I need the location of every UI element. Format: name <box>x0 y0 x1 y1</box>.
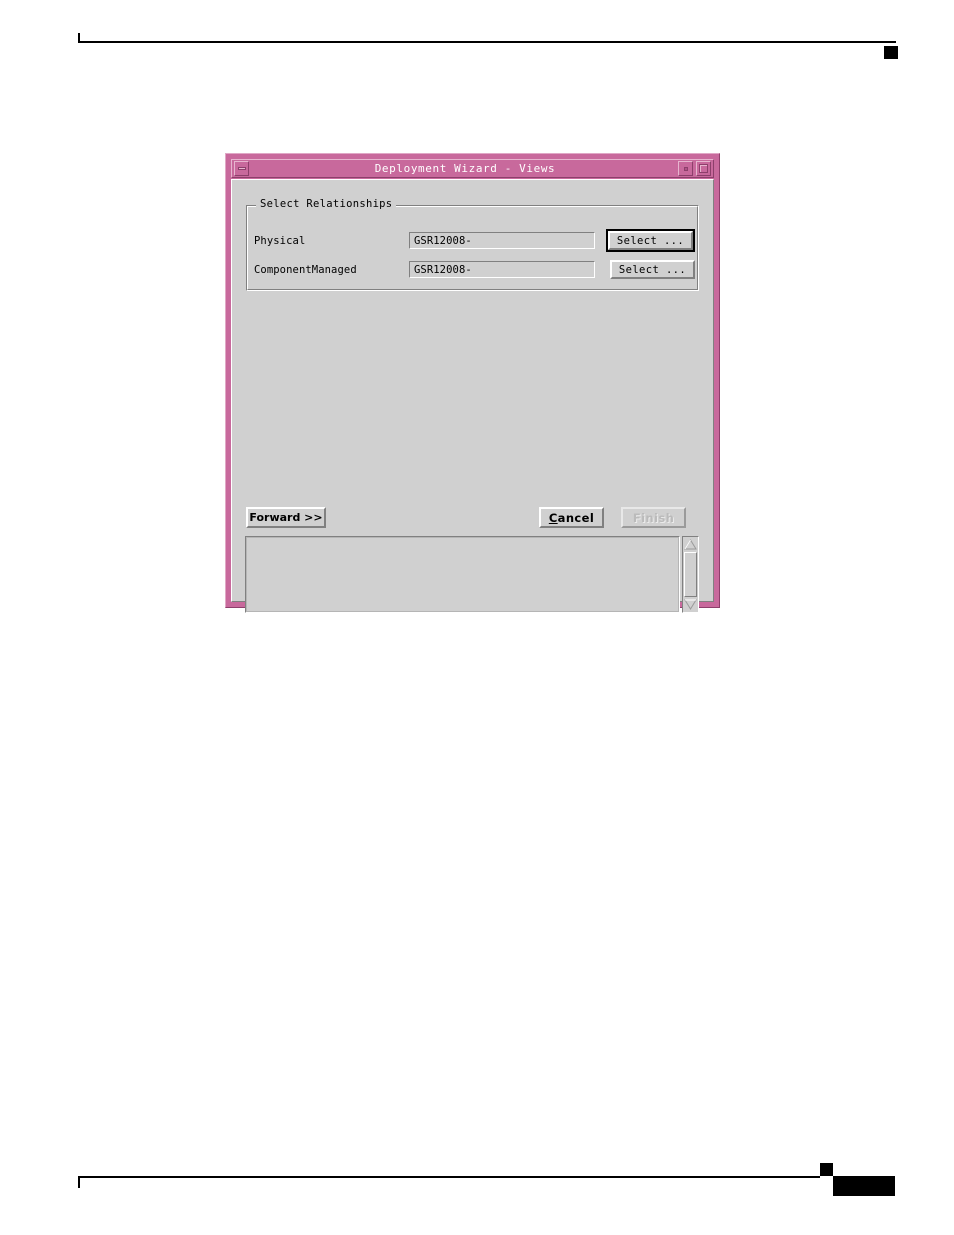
select-relationships-group: Select Relationships Physical GSR12008- … <box>246 198 699 291</box>
finish-button: Finish <box>621 507 686 528</box>
scroll-up-arrow-icon[interactable] <box>683 537 698 552</box>
group-title: Select Relationships <box>256 198 397 210</box>
cancel-button[interactable]: Cancel <box>539 507 604 528</box>
minimize-button[interactable] <box>678 161 693 176</box>
physical-input[interactable]: GSR12008- <box>409 232 595 249</box>
relationship-row-physical: Physical GSR12008- Select ... <box>254 229 695 252</box>
componentmanaged-select-wrap: Select ... <box>606 256 699 283</box>
finish-label: Finish <box>632 510 675 525</box>
message-log-content <box>246 537 679 612</box>
message-log-scrollbar[interactable] <box>682 536 699 613</box>
scrollbar-track[interactable] <box>683 552 698 597</box>
maximize-button[interactable] <box>696 161 711 176</box>
componentmanaged-select-button[interactable]: Select ... <box>610 260 695 279</box>
scroll-down-arrow-icon[interactable] <box>683 597 698 612</box>
page-marker-bottom-right <box>820 1163 833 1176</box>
page-marker-top-right <box>884 46 898 59</box>
scrollbar-thumb[interactable] <box>684 552 697 597</box>
window-menu-button[interactable] <box>234 161 249 176</box>
physical-label: Physical <box>254 234 306 247</box>
window-client-area: Select Relationships Physical GSR12008- … <box>231 179 714 613</box>
message-log-area <box>245 536 699 613</box>
minimize-icon <box>683 166 688 171</box>
physical-select-button[interactable]: Select ... <box>608 231 693 250</box>
componentmanaged-label: ComponentManaged <box>254 263 357 276</box>
forward-button[interactable]: Forward >> <box>246 507 326 528</box>
physical-select-focus-ring: Select ... <box>606 229 695 252</box>
chapter-thumb-tab <box>833 1176 895 1196</box>
window-menu-icon <box>237 167 246 170</box>
window-titlebar[interactable]: Deployment Wizard - Views <box>231 159 714 178</box>
cancel-mnemonic: C <box>548 510 558 525</box>
window-controls <box>675 161 711 176</box>
page-rule-top <box>78 41 896 43</box>
maximize-icon <box>699 164 708 173</box>
cancel-label-rest: ancel <box>557 510 595 525</box>
relationship-row-componentmanaged: ComponentManaged GSR12008- Select ... <box>254 256 695 283</box>
componentmanaged-input[interactable]: GSR12008- <box>409 261 595 278</box>
message-log-textarea[interactable] <box>245 536 680 613</box>
deployment-wizard-window: Deployment Wizard - Views Select Relatio… <box>225 153 720 613</box>
window-title: Deployment Wizard - Views <box>374 162 556 175</box>
page-rule-bottom <box>78 1176 820 1178</box>
